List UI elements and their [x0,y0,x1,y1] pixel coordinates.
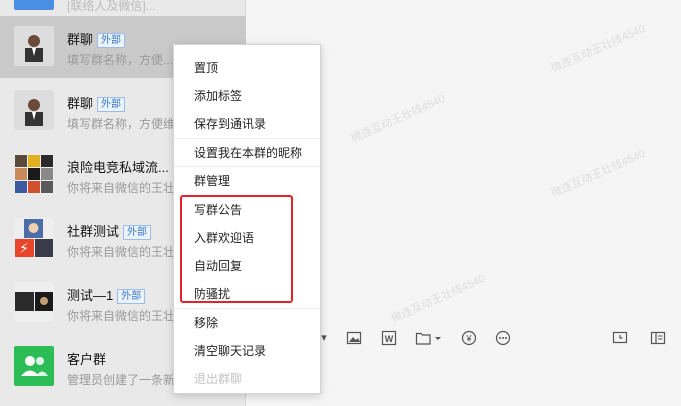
watermark: 微连互动王壮线4540 [349,92,447,146]
chat-preview: [联络人及微信]... [67,0,156,13]
external-tag: 外部 [117,289,146,304]
external-tag: 外部 [97,97,126,112]
group-avatar [14,154,54,194]
svg-text:W: W [385,334,394,344]
avatar [14,90,54,130]
external-tag: 外部 [97,33,126,48]
chat-name: 群聊 外部 [67,29,126,48]
menu-item-leave-group: 退出群聊 [194,372,243,386]
svg-text:⚡: ⚡ [19,240,29,256]
watermark: 微连互动王壮线4540 [549,147,647,201]
menu-item-anti-harassment[interactable]: 防骚扰 [194,286,230,302]
group-avatar [14,282,54,322]
chat-item-partial[interactable]: [联络人及微信]... [0,0,246,16]
more-icon[interactable] [494,330,512,348]
image-icon[interactable] [345,330,363,348]
word-file-icon[interactable]: W [380,330,398,348]
money-icon[interactable]: ¥ [460,330,478,348]
avatar [14,0,54,10]
menu-divider [174,308,320,309]
avatar [14,26,54,66]
context-menu: 置顶 添加标签 保存到通讯录 设置我在本群的昵称 群管理 写群公告 入群欢迎语 … [173,44,321,394]
menu-item-welcome-message[interactable]: 入群欢迎语 [194,230,254,246]
menu-item-set-nickname[interactable]: 设置我在本群的昵称 [194,145,302,161]
chat-name: 客户群 [67,352,107,367]
menu-item-add-tag[interactable]: 添加标签 [194,88,242,104]
menu-item-clear-history[interactable]: 清空聊天记录 [194,343,266,359]
menu-item-announcement[interactable]: 写群公告 [194,202,242,218]
group-avatar: ⚡ [14,218,54,258]
customer-group-icon [14,346,54,386]
chat-name: 群聊 外部 [67,93,126,112]
menu-divider [174,138,320,139]
menu-item-group-manage[interactable]: 群管理 [194,173,230,189]
menu-item-save-contacts[interactable]: 保存到通讯录 [194,116,266,132]
menu-item-auto-reply[interactable]: 自动回复 [194,258,242,274]
folder-icon[interactable] [415,330,443,348]
external-tag: 外部 [123,225,152,240]
chat-name: 浪险电竞私域流... [67,160,169,175]
schedule-icon[interactable] [611,330,629,348]
chat-name: 社群测试 外部 [67,221,152,240]
menu-item-pin[interactable]: 置顶 [194,60,218,76]
watermark: 微连互动王壮线4540 [389,272,487,326]
svg-text:¥: ¥ [465,334,472,344]
sidebar-icon[interactable] [649,330,667,348]
chat-name: 测试—1 外部 [67,285,146,304]
watermark: 微连互动王壮线4540 [549,22,647,76]
menu-divider [174,166,320,167]
menu-item-remove[interactable]: 移除 [194,315,218,331]
